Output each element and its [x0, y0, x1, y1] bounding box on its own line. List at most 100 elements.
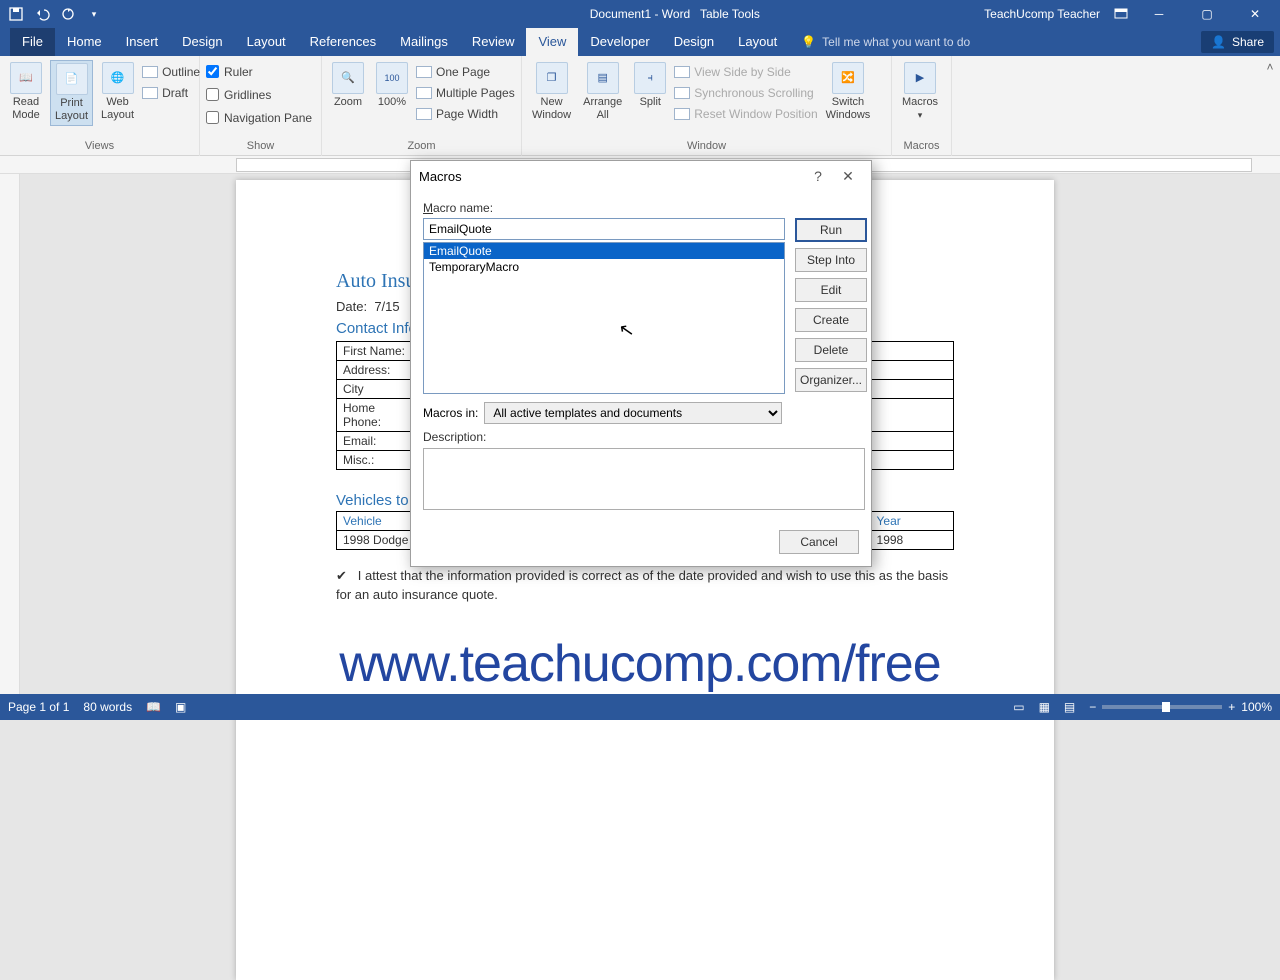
view-print-icon[interactable]: ▦ [1039, 700, 1050, 714]
list-item[interactable]: TemporaryMacro [424, 259, 784, 275]
redo-icon[interactable] [60, 6, 76, 22]
switch-windows-label: Switch Windows [826, 96, 871, 121]
sync-scroll-label: Synchronous Scrolling [694, 86, 813, 100]
ruler-checkbox[interactable]: Ruler [206, 62, 253, 81]
status-words[interactable]: 80 words [83, 700, 132, 714]
cell-city: City [337, 380, 417, 399]
step-into-button[interactable]: Step Into [795, 248, 867, 272]
navpane-checkbox[interactable]: Navigation Pane [206, 108, 312, 127]
zoom-icon: 🔍 [332, 62, 364, 94]
navpane-label: Navigation Pane [224, 111, 312, 125]
macro-name-input[interactable] [423, 218, 785, 240]
web-layout-button[interactable]: 🌐Web Layout [97, 60, 138, 124]
tell-me-search[interactable]: 💡 Tell me what you want to do [801, 35, 970, 49]
gridlines-checkbox[interactable]: Gridlines [206, 85, 271, 104]
gridlines-label: Gridlines [224, 88, 271, 102]
macros-in-select[interactable]: All active templates and documents [484, 402, 782, 424]
one-page-button[interactable]: One Page [416, 62, 515, 81]
share-icon: 👤 [1211, 35, 1226, 49]
cancel-button[interactable]: Cancel [779, 530, 859, 554]
macro-recording-icon[interactable]: ▣ [175, 700, 186, 714]
tab-references[interactable]: References [298, 28, 388, 56]
share-button[interactable]: 👤 Share [1201, 31, 1274, 53]
run-button[interactable]: Run [795, 218, 867, 242]
new-window-button[interactable]: ❐New Window [528, 60, 575, 124]
macros-button[interactable]: ▶Macros▾ [898, 60, 942, 124]
delete-button[interactable]: Delete [795, 338, 867, 362]
macros-dialog: Macros ? ✕ Macro name: EmailQuote Tempor… [410, 160, 872, 567]
outline-button[interactable]: Outline [142, 62, 200, 81]
draft-button[interactable]: Draft [142, 83, 200, 102]
sync-scroll-icon [674, 87, 690, 99]
tab-table-design[interactable]: Design [662, 28, 726, 56]
save-icon[interactable] [8, 6, 24, 22]
tab-table-layout[interactable]: Layout [726, 28, 789, 56]
arrange-all-icon: ▤ [587, 62, 619, 94]
multi-page-label: Multiple Pages [436, 86, 515, 100]
date-value: 7/15 [374, 299, 399, 314]
tab-mailings[interactable]: Mailings [388, 28, 460, 56]
tab-review[interactable]: Review [460, 28, 527, 56]
tab-design[interactable]: Design [170, 28, 234, 56]
close-button[interactable]: ✕ [1238, 0, 1272, 28]
zoom-100-label: 100% [378, 96, 406, 108]
user-name: TeachUcomp Teacher [984, 7, 1100, 21]
zoom-100-button[interactable]: 100100% [372, 60, 412, 111]
edit-button[interactable]: Edit [795, 278, 867, 302]
maximize-button[interactable]: ▢ [1190, 0, 1224, 28]
draft-icon [142, 87, 158, 99]
zoom-out-icon[interactable]: − [1089, 700, 1096, 714]
print-layout-button[interactable]: 📄Print Layout [50, 60, 93, 126]
view-web-icon[interactable]: ▤ [1064, 700, 1075, 714]
arrange-all-button[interactable]: ▤Arrange All [579, 60, 626, 124]
quick-access-toolbar: ▾ [0, 6, 102, 22]
date-label: Date: [336, 299, 367, 314]
zoom-button[interactable]: 🔍 Zoom [328, 60, 368, 111]
tab-file[interactable]: File [10, 28, 55, 56]
sync-scroll-button: Synchronous Scrolling [674, 83, 817, 102]
ruler-check-icon[interactable] [206, 65, 219, 78]
ribbon-view: 📖Read Mode 📄Print Layout 🌐Web Layout Out… [0, 56, 1280, 156]
outline-icon [142, 66, 158, 78]
gridlines-check-icon[interactable] [206, 88, 219, 101]
tab-layout[interactable]: Layout [235, 28, 298, 56]
description-box [423, 448, 865, 510]
zoom-label: Zoom [334, 96, 362, 108]
undo-icon[interactable] [34, 6, 50, 22]
dialog-help-icon[interactable]: ? [803, 168, 833, 184]
dialog-close-icon[interactable]: ✕ [833, 168, 863, 185]
list-item[interactable]: EmailQuote [424, 243, 784, 259]
spellcheck-icon[interactable]: 📖 [146, 700, 161, 714]
print-layout-label: Print Layout [55, 97, 88, 122]
tab-insert[interactable]: Insert [114, 28, 171, 56]
multi-page-button[interactable]: Multiple Pages [416, 83, 515, 102]
read-mode-button[interactable]: 📖Read Mode [6, 60, 46, 124]
view-readmode-icon[interactable]: ▭ [1013, 700, 1024, 714]
macro-listbox[interactable]: EmailQuote TemporaryMacro [423, 242, 785, 394]
organizer-button[interactable]: Organizer... [795, 368, 867, 392]
cell-address: Address: [337, 361, 417, 380]
vertical-ruler[interactable] [0, 174, 20, 694]
create-button[interactable]: Create [795, 308, 867, 332]
split-button[interactable]: ⫞Split [630, 60, 670, 111]
dialog-title: Macros [419, 169, 462, 184]
status-page[interactable]: Page 1 of 1 [8, 700, 69, 714]
zoom-in-icon[interactable]: + [1228, 700, 1235, 714]
ribbon-display-icon[interactable] [1114, 8, 1128, 20]
tab-developer[interactable]: Developer [578, 28, 661, 56]
page-width-button[interactable]: Page Width [416, 104, 515, 123]
tab-home[interactable]: Home [55, 28, 114, 56]
navpane-check-icon[interactable] [206, 111, 219, 124]
collapse-ribbon-icon[interactable]: ˄ [1260, 56, 1280, 74]
qat-dropdown-icon[interactable]: ▾ [86, 6, 102, 22]
arrange-all-label: Arrange All [583, 96, 622, 121]
minimize-button[interactable]: ─ [1142, 0, 1176, 28]
zoom-slider[interactable]: − + 100% [1089, 700, 1272, 714]
tab-view[interactable]: View [526, 28, 578, 56]
cell-email: Email: [337, 432, 417, 451]
zoom-level[interactable]: 100% [1241, 700, 1272, 714]
macro-name-label: Macro name: [423, 201, 859, 215]
one-page-icon [416, 66, 432, 78]
switch-windows-button[interactable]: 🔀Switch Windows [822, 60, 875, 124]
group-zoom: Zoom [328, 140, 515, 154]
